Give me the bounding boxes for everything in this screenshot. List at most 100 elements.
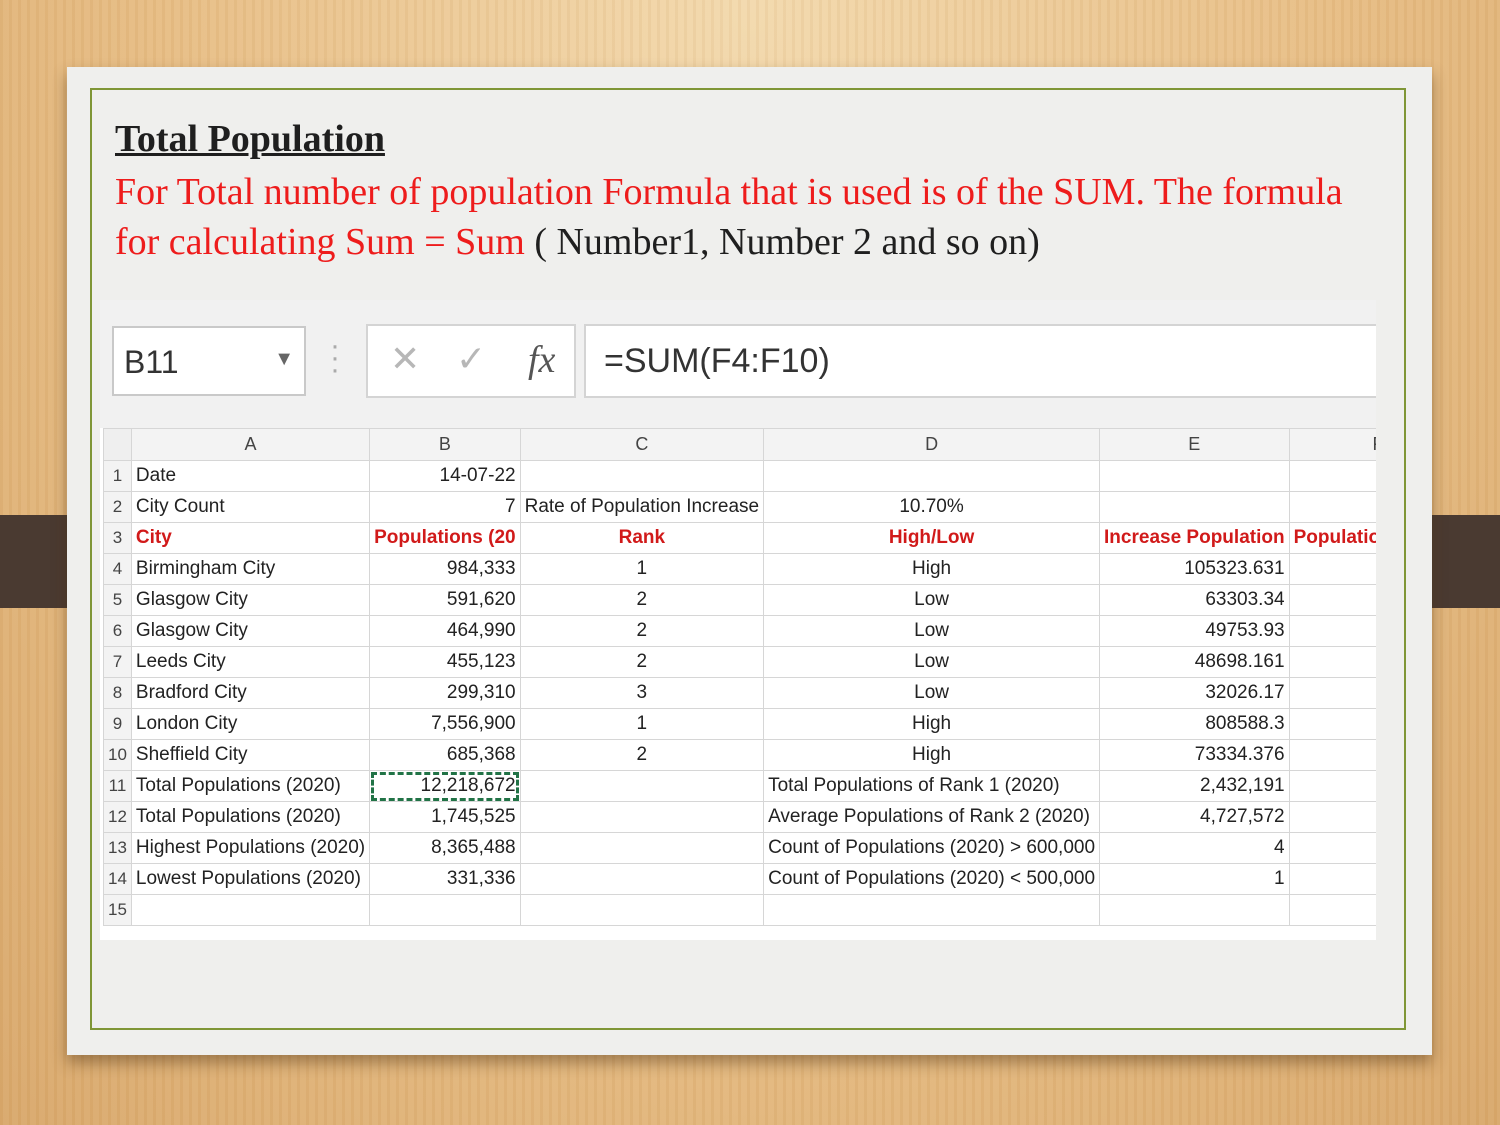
cell[interactable]: Date xyxy=(130,460,371,492)
cell[interactable]: High xyxy=(763,739,1101,771)
select-all-corner[interactable] xyxy=(103,428,132,461)
row-header[interactable]: 5 xyxy=(103,584,132,616)
cell[interactable]: Glasgow City xyxy=(130,615,371,647)
name-box[interactable]: B11 ▼ xyxy=(112,326,306,396)
cell[interactable]: 14-07-22 xyxy=(369,460,521,492)
row-header[interactable]: 2 xyxy=(103,491,132,523)
cell[interactable]: 48698.161 xyxy=(1099,646,1290,678)
dropdown-caret-icon[interactable]: ▼ xyxy=(274,348,294,371)
row-header[interactable]: 14 xyxy=(103,863,132,895)
cell[interactable]: 1 xyxy=(519,553,765,585)
cell[interactable]: 984,333 xyxy=(369,553,521,585)
cell[interactable]: Glasgow City xyxy=(130,584,371,616)
cell[interactable] xyxy=(519,832,765,864)
cell[interactable]: Total Populations (2020) xyxy=(130,801,371,833)
cell[interactable]: 331,336 xyxy=(369,863,521,895)
cell[interactable] xyxy=(519,863,765,895)
cell[interactable]: 331,336 xyxy=(1288,677,1376,709)
row-header[interactable]: 1 xyxy=(103,460,132,492)
cell[interactable] xyxy=(1288,801,1376,833)
cancel-icon[interactable]: ✕ xyxy=(390,338,420,380)
cell[interactable]: Total Populations of Rank 1 (2020) xyxy=(763,770,1101,802)
column-header-f[interactable]: F xyxy=(1288,428,1376,461)
cell[interactable]: Highest Populations (2020) xyxy=(130,832,371,864)
cell[interactable]: Low xyxy=(763,646,1101,678)
row-header[interactable]: 7 xyxy=(103,646,132,678)
column-header-c[interactable]: C xyxy=(519,428,765,461)
column-header-d[interactable]: D xyxy=(763,428,1101,461)
cell[interactable] xyxy=(1288,491,1376,523)
cell[interactable]: 514,744 xyxy=(1288,615,1376,647)
cell[interactable] xyxy=(1288,770,1376,802)
insert-function-icon[interactable]: fx xyxy=(528,338,555,382)
selected-cell-b11[interactable]: 12,218,672 xyxy=(369,770,521,802)
cell[interactable]: 503,821 xyxy=(1288,646,1376,678)
cell[interactable] xyxy=(1288,863,1376,895)
cell[interactable]: Increase Population xyxy=(1099,522,1290,554)
cell[interactable]: 455,123 xyxy=(369,646,521,678)
cell[interactable]: Bradford City xyxy=(130,677,371,709)
cell[interactable]: Lowest Populations (2020) xyxy=(130,863,371,895)
cell[interactable] xyxy=(369,894,521,926)
cell[interactable]: Low xyxy=(763,615,1101,647)
cell[interactable]: 1,745,525 xyxy=(369,801,521,833)
cell[interactable] xyxy=(1288,894,1376,926)
cell[interactable]: 3 xyxy=(519,677,765,709)
cell[interactable]: Populations (20 xyxy=(369,522,521,554)
cell[interactable]: Count of Populations (2020) < 500,000 xyxy=(763,863,1101,895)
row-header[interactable]: 15 xyxy=(103,894,132,926)
row-header[interactable]: 11 xyxy=(103,770,132,802)
cell[interactable]: 758,702 xyxy=(1288,739,1376,771)
row-header[interactable]: 3 xyxy=(103,522,132,554)
row-header[interactable]: 10 xyxy=(103,739,132,771)
cell[interactable]: 808588.3 xyxy=(1099,708,1290,740)
column-header-e[interactable]: E xyxy=(1099,428,1290,461)
cell[interactable]: 63303.34 xyxy=(1099,584,1290,616)
cell[interactable]: City xyxy=(130,522,371,554)
cell[interactable] xyxy=(1099,460,1290,492)
cell[interactable]: 10.70% xyxy=(763,491,1101,523)
cell[interactable]: 49753.93 xyxy=(1099,615,1290,647)
cell[interactable]: Average Populations of Rank 2 (2020) xyxy=(763,801,1101,833)
cell[interactable]: 1 xyxy=(1099,863,1290,895)
cell[interactable]: 2 xyxy=(519,646,765,678)
cell[interactable] xyxy=(130,894,371,926)
cell[interactable]: 1,089,657 xyxy=(1288,553,1376,585)
cell[interactable]: Birmingham City xyxy=(130,553,371,585)
cell[interactable]: Low xyxy=(763,677,1101,709)
cell[interactable]: 685,368 xyxy=(369,739,521,771)
cell[interactable]: London City xyxy=(130,708,371,740)
cell[interactable]: High xyxy=(763,553,1101,585)
cell[interactable] xyxy=(1288,460,1376,492)
cell[interactable]: 2 xyxy=(519,584,765,616)
row-header[interactable]: 9 xyxy=(103,708,132,740)
column-header-a[interactable]: A xyxy=(130,428,371,461)
cell[interactable]: Low xyxy=(763,584,1101,616)
cell[interactable]: 1 xyxy=(519,708,765,740)
cell[interactable]: 7 xyxy=(369,491,521,523)
cell[interactable]: Leeds City xyxy=(130,646,371,678)
cell[interactable]: 4,727,572 xyxy=(1099,801,1290,833)
cell[interactable]: High xyxy=(763,708,1101,740)
cell[interactable] xyxy=(519,894,765,926)
cell[interactable]: Rank xyxy=(519,522,765,554)
column-header-b[interactable]: B xyxy=(369,428,521,461)
cell[interactable]: 299,310 xyxy=(369,677,521,709)
cell[interactable]: 464,990 xyxy=(369,615,521,647)
cell[interactable]: 32026.17 xyxy=(1099,677,1290,709)
row-header[interactable]: 4 xyxy=(103,553,132,585)
cell[interactable] xyxy=(763,894,1101,926)
row-header[interactable]: 13 xyxy=(103,832,132,864)
cell[interactable]: 2,432,191 xyxy=(1099,770,1290,802)
cell[interactable]: City Count xyxy=(130,491,371,523)
cell[interactable]: High/Low xyxy=(763,522,1101,554)
cell[interactable]: 7,556,900 xyxy=(369,708,521,740)
cell[interactable]: 2 xyxy=(519,739,765,771)
cell[interactable] xyxy=(1288,832,1376,864)
cell[interactable]: 4 xyxy=(1099,832,1290,864)
cell[interactable] xyxy=(519,460,765,492)
cell[interactable]: Populations (2020) xyxy=(1288,522,1376,554)
cell[interactable]: Sheffield City xyxy=(130,739,371,771)
cell[interactable] xyxy=(1099,894,1290,926)
cell[interactable] xyxy=(519,801,765,833)
